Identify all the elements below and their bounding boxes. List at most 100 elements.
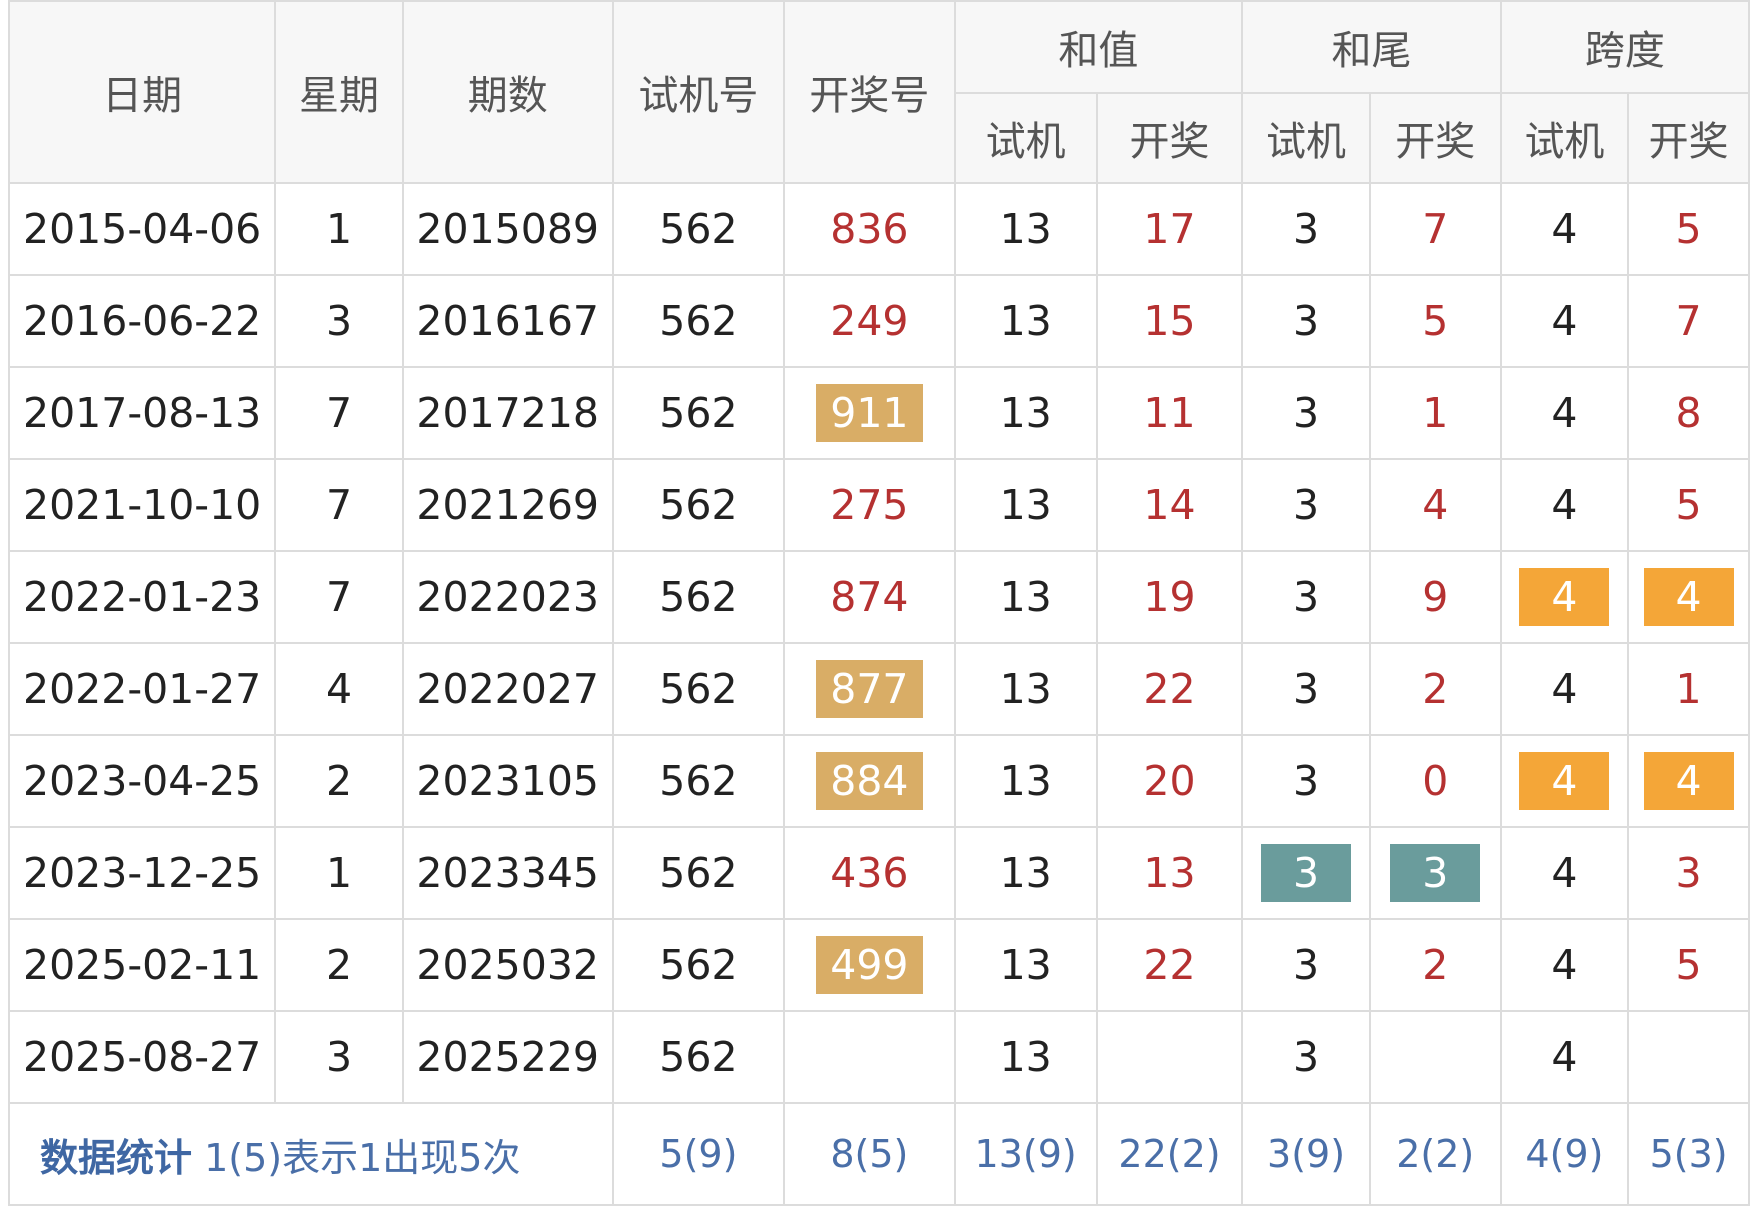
- cell-tail-trial: 3: [1241, 366, 1371, 460]
- cell-tail-trial: 3: [1241, 734, 1371, 828]
- cell-span-trial: 4: [1499, 642, 1630, 736]
- cell-date: 2015-04-06: [7, 182, 277, 276]
- cell-issue: 2021269: [401, 458, 614, 552]
- cell-date: 2022-01-27: [7, 642, 277, 736]
- header-sum-trial: 试机: [953, 92, 1098, 184]
- cell-sum-draw: 15: [1095, 274, 1244, 368]
- header-draw: 开奖号: [783, 0, 956, 184]
- cell-draw: 499: [783, 918, 956, 1012]
- cell-draw: 249: [783, 274, 956, 368]
- cell-sum-draw: 22: [1095, 918, 1244, 1012]
- stats-trial: 5(9): [611, 1102, 786, 1206]
- cell-week: 7: [274, 458, 404, 552]
- cell-tail-trial: 3: [1241, 642, 1371, 736]
- cell-tail-trial: 3: [1241, 918, 1371, 1012]
- cell-sum-trial: 13: [953, 274, 1098, 368]
- cell-tail-trial: 3: [1241, 550, 1371, 644]
- header-span-group: 跨度: [1499, 0, 1750, 94]
- header-week: 星期: [274, 0, 404, 184]
- stats-draw: 8(5): [783, 1102, 956, 1206]
- cell-span-draw: 5: [1627, 458, 1750, 552]
- table-row: 2015-04-06 1 2015089 562 836 13 17 3 7 4 5: [7, 182, 1750, 276]
- cell-trial: 562: [611, 918, 786, 1012]
- cell-span-trial: 4: [1499, 274, 1630, 368]
- cell-trial: 562: [611, 1010, 786, 1104]
- cell-span-trial: 4: [1499, 550, 1630, 644]
- cell-date: 2025-02-11: [7, 918, 277, 1012]
- cell-issue: 2025032: [401, 918, 614, 1012]
- cell-trial: 562: [611, 182, 786, 276]
- table-row: 2023-12-25 1 2023345 562 436 13 13 3 3 4 3: [7, 826, 1750, 920]
- cell-draw: [783, 1010, 956, 1104]
- cell-issue: 2025229: [401, 1010, 614, 1104]
- cell-tail-draw: 9: [1368, 550, 1502, 644]
- cell-tail-trial: 3: [1241, 1010, 1371, 1104]
- cell-sum-trial: 13: [953, 550, 1098, 644]
- cell-tail-draw: 4: [1368, 458, 1502, 552]
- cell-sum-trial: 13: [953, 366, 1098, 460]
- cell-tail-trial: 3: [1241, 826, 1371, 920]
- cell-week: 7: [274, 366, 404, 460]
- table-row: 2021-10-10 7 2021269 562 275 13 14 3 4 4 5: [7, 458, 1750, 552]
- cell-tail-draw: 1: [1368, 366, 1502, 460]
- header-tail-draw: 开奖: [1368, 92, 1502, 184]
- cell-sum-trial: 13: [953, 182, 1098, 276]
- stats-tail-trial: 3(9): [1241, 1102, 1371, 1206]
- cell-span-draw: 3: [1627, 826, 1750, 920]
- cell-draw: 884: [783, 734, 956, 828]
- cell-week: 1: [274, 826, 404, 920]
- cell-week: 2: [274, 734, 404, 828]
- stats-span-draw: 5(3): [1627, 1102, 1750, 1206]
- cell-trial: 562: [611, 734, 786, 828]
- header-tail-group: 和尾: [1241, 0, 1502, 94]
- cell-span-trial: 4: [1499, 734, 1630, 828]
- cell-sum-draw: 14: [1095, 458, 1244, 552]
- table-row: 2022-01-23 7 2022023 562 874 13 19 3 9 4 4: [7, 550, 1750, 644]
- cell-tail-trial: 3: [1241, 458, 1371, 552]
- stats-title: 数据统计: [40, 1135, 193, 1180]
- cell-span-trial: 4: [1499, 458, 1630, 552]
- cell-issue: 2023105: [401, 734, 614, 828]
- cell-sum-trial: 13: [953, 826, 1098, 920]
- cell-span-trial-highlight: 4: [1519, 752, 1610, 810]
- cell-draw-highlight: 499: [816, 936, 923, 994]
- cell-trial: 562: [611, 642, 786, 736]
- cell-date: 2017-08-13: [7, 366, 277, 460]
- cell-span-trial: 4: [1499, 182, 1630, 276]
- cell-sum-draw: 11: [1095, 366, 1244, 460]
- lottery-table: 日期 星期 期数 试机号 开奖号 和值 和尾 跨度 试机 开奖 试机 开奖 试机…: [7, 0, 1750, 1206]
- header-span-draw: 开奖: [1627, 92, 1750, 184]
- cell-sum-trial: 13: [953, 918, 1098, 1012]
- cell-sum-draw: 13: [1095, 826, 1244, 920]
- stats-label: 数据统计 1(5)表示1出现5次: [8, 1102, 614, 1206]
- cell-issue: 2023345: [401, 826, 614, 920]
- cell-draw-highlight: 911: [816, 384, 923, 442]
- cell-span-trial: 4: [1499, 918, 1630, 1012]
- stats-sum-draw: 22(2): [1095, 1102, 1244, 1206]
- table-row: 2016-06-22 3 2016167 562 249 13 15 3 5 4 7: [7, 274, 1750, 368]
- header-sum-draw: 开奖: [1095, 92, 1244, 184]
- stats-note: 1(5)表示1出现5次: [192, 1135, 521, 1180]
- cell-week: 4: [274, 642, 404, 736]
- cell-sum-draw: 19: [1095, 550, 1244, 644]
- header-trial: 试机号: [611, 0, 786, 184]
- cell-date: 2022-01-23: [7, 550, 277, 644]
- cell-tail-draw: 5: [1368, 274, 1502, 368]
- cell-week: 3: [274, 274, 404, 368]
- cell-draw: 275: [783, 458, 956, 552]
- cell-week: 7: [274, 550, 404, 644]
- table-row: 2025-02-11 2 2025032 562 499 13 22 3 2 4 5: [7, 918, 1750, 1012]
- cell-trial: 562: [611, 366, 786, 460]
- cell-date: 2016-06-22: [7, 274, 277, 368]
- header-sum-group: 和值: [953, 0, 1244, 94]
- cell-issue: 2016167: [401, 274, 614, 368]
- stats-span-trial: 4(9): [1499, 1102, 1630, 1206]
- header-tail-trial: 试机: [1241, 92, 1371, 184]
- cell-issue: 2017218: [401, 366, 614, 460]
- header-span-trial: 试机: [1499, 92, 1630, 184]
- cell-sum-draw: 22: [1095, 642, 1244, 736]
- cell-sum-trial: 13: [953, 1010, 1098, 1104]
- cell-span-draw: 5: [1627, 918, 1750, 1012]
- cell-sum-trial: 13: [953, 458, 1098, 552]
- cell-span-trial: 4: [1499, 826, 1630, 920]
